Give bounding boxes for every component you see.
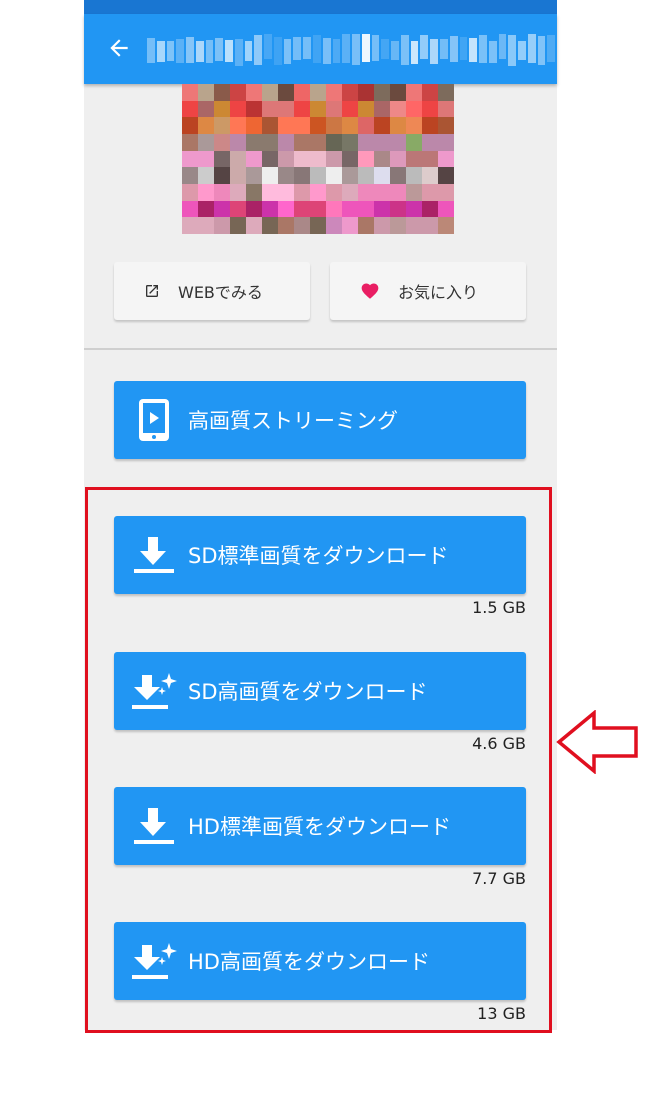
web-view-button[interactable]: WEBでみる [114, 262, 310, 320]
web-view-label: WEBでみる [178, 283, 263, 302]
app-bar [84, 14, 557, 84]
status-bar [84, 0, 557, 14]
video-thumbnail-redacted[interactable] [182, 84, 454, 234]
arrow-left-icon[interactable] [106, 35, 132, 61]
favorite-button[interactable]: お気に入り [330, 262, 526, 320]
highlight-box [85, 487, 552, 1033]
page-title-redacted [146, 34, 556, 66]
section-divider [84, 348, 557, 350]
hq-streaming-label: 高画質ストリーミング [188, 409, 398, 433]
open-in-new-icon [144, 283, 160, 299]
pointer-arrow-icon [556, 709, 640, 778]
hq-streaming-button[interactable]: 高画質ストリーミング [114, 381, 526, 459]
tablet-play-icon [130, 397, 178, 443]
heart-icon [360, 281, 380, 301]
favorite-label: お気に入り [398, 283, 479, 302]
